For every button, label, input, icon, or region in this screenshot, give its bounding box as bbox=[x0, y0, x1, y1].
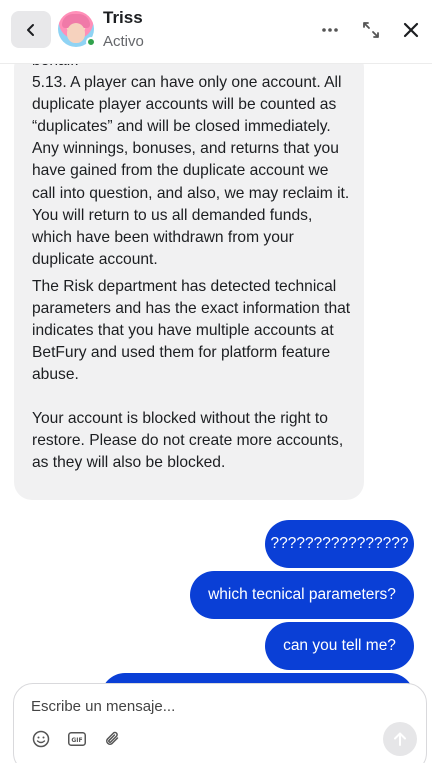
send-arrow-icon bbox=[394, 732, 406, 746]
gif-icon: GIF bbox=[68, 732, 86, 746]
message-input[interactable] bbox=[31, 698, 371, 715]
sent-message-text: which tecnical parameters? bbox=[208, 586, 396, 603]
message-composer: GIF bbox=[13, 683, 427, 763]
sent-message-text: can you tell me? bbox=[283, 637, 396, 654]
contact-status: Activo bbox=[103, 33, 144, 50]
attach-icon bbox=[106, 731, 119, 745]
sent-message-text: ???????????????? bbox=[270, 535, 409, 552]
expand-button[interactable] bbox=[359, 18, 383, 42]
avatar-face bbox=[67, 23, 85, 43]
received-message-paragraph: The Risk department has detected technic… bbox=[32, 278, 351, 384]
sent-message-bubble: which tecnical parameters? bbox=[190, 571, 414, 619]
send-button[interactable] bbox=[383, 722, 417, 756]
received-message-paragraph: benalf. 5.13. A player can have only one… bbox=[32, 64, 350, 268]
more-icon bbox=[322, 28, 338, 32]
svg-text:GIF: GIF bbox=[71, 737, 82, 744]
close-button[interactable] bbox=[399, 18, 423, 42]
expand-icon bbox=[363, 22, 379, 38]
received-message-bubble: benalf. 5.13. A player can have only one… bbox=[14, 64, 364, 500]
message-list[interactable]: benalf. 5.13. A player can have only one… bbox=[0, 64, 432, 684]
back-icon bbox=[27, 23, 34, 36]
online-status-indicator bbox=[86, 37, 96, 47]
attach-button[interactable] bbox=[102, 728, 124, 750]
emoji-icon bbox=[32, 730, 50, 748]
close-icon bbox=[403, 22, 419, 38]
sent-message-bubble: can you tell me? bbox=[265, 622, 414, 670]
back-button[interactable] bbox=[11, 11, 51, 48]
received-message-paragraph: Your account is blocked without the righ… bbox=[32, 410, 344, 472]
more-options-button[interactable] bbox=[318, 18, 342, 42]
chat-header: Triss Activo bbox=[0, 0, 432, 64]
contact-name: Triss bbox=[103, 8, 143, 27]
gif-button[interactable]: GIF bbox=[66, 728, 88, 750]
sent-message-bubble: ???????????????? bbox=[265, 520, 414, 568]
emoji-button[interactable] bbox=[30, 728, 52, 750]
